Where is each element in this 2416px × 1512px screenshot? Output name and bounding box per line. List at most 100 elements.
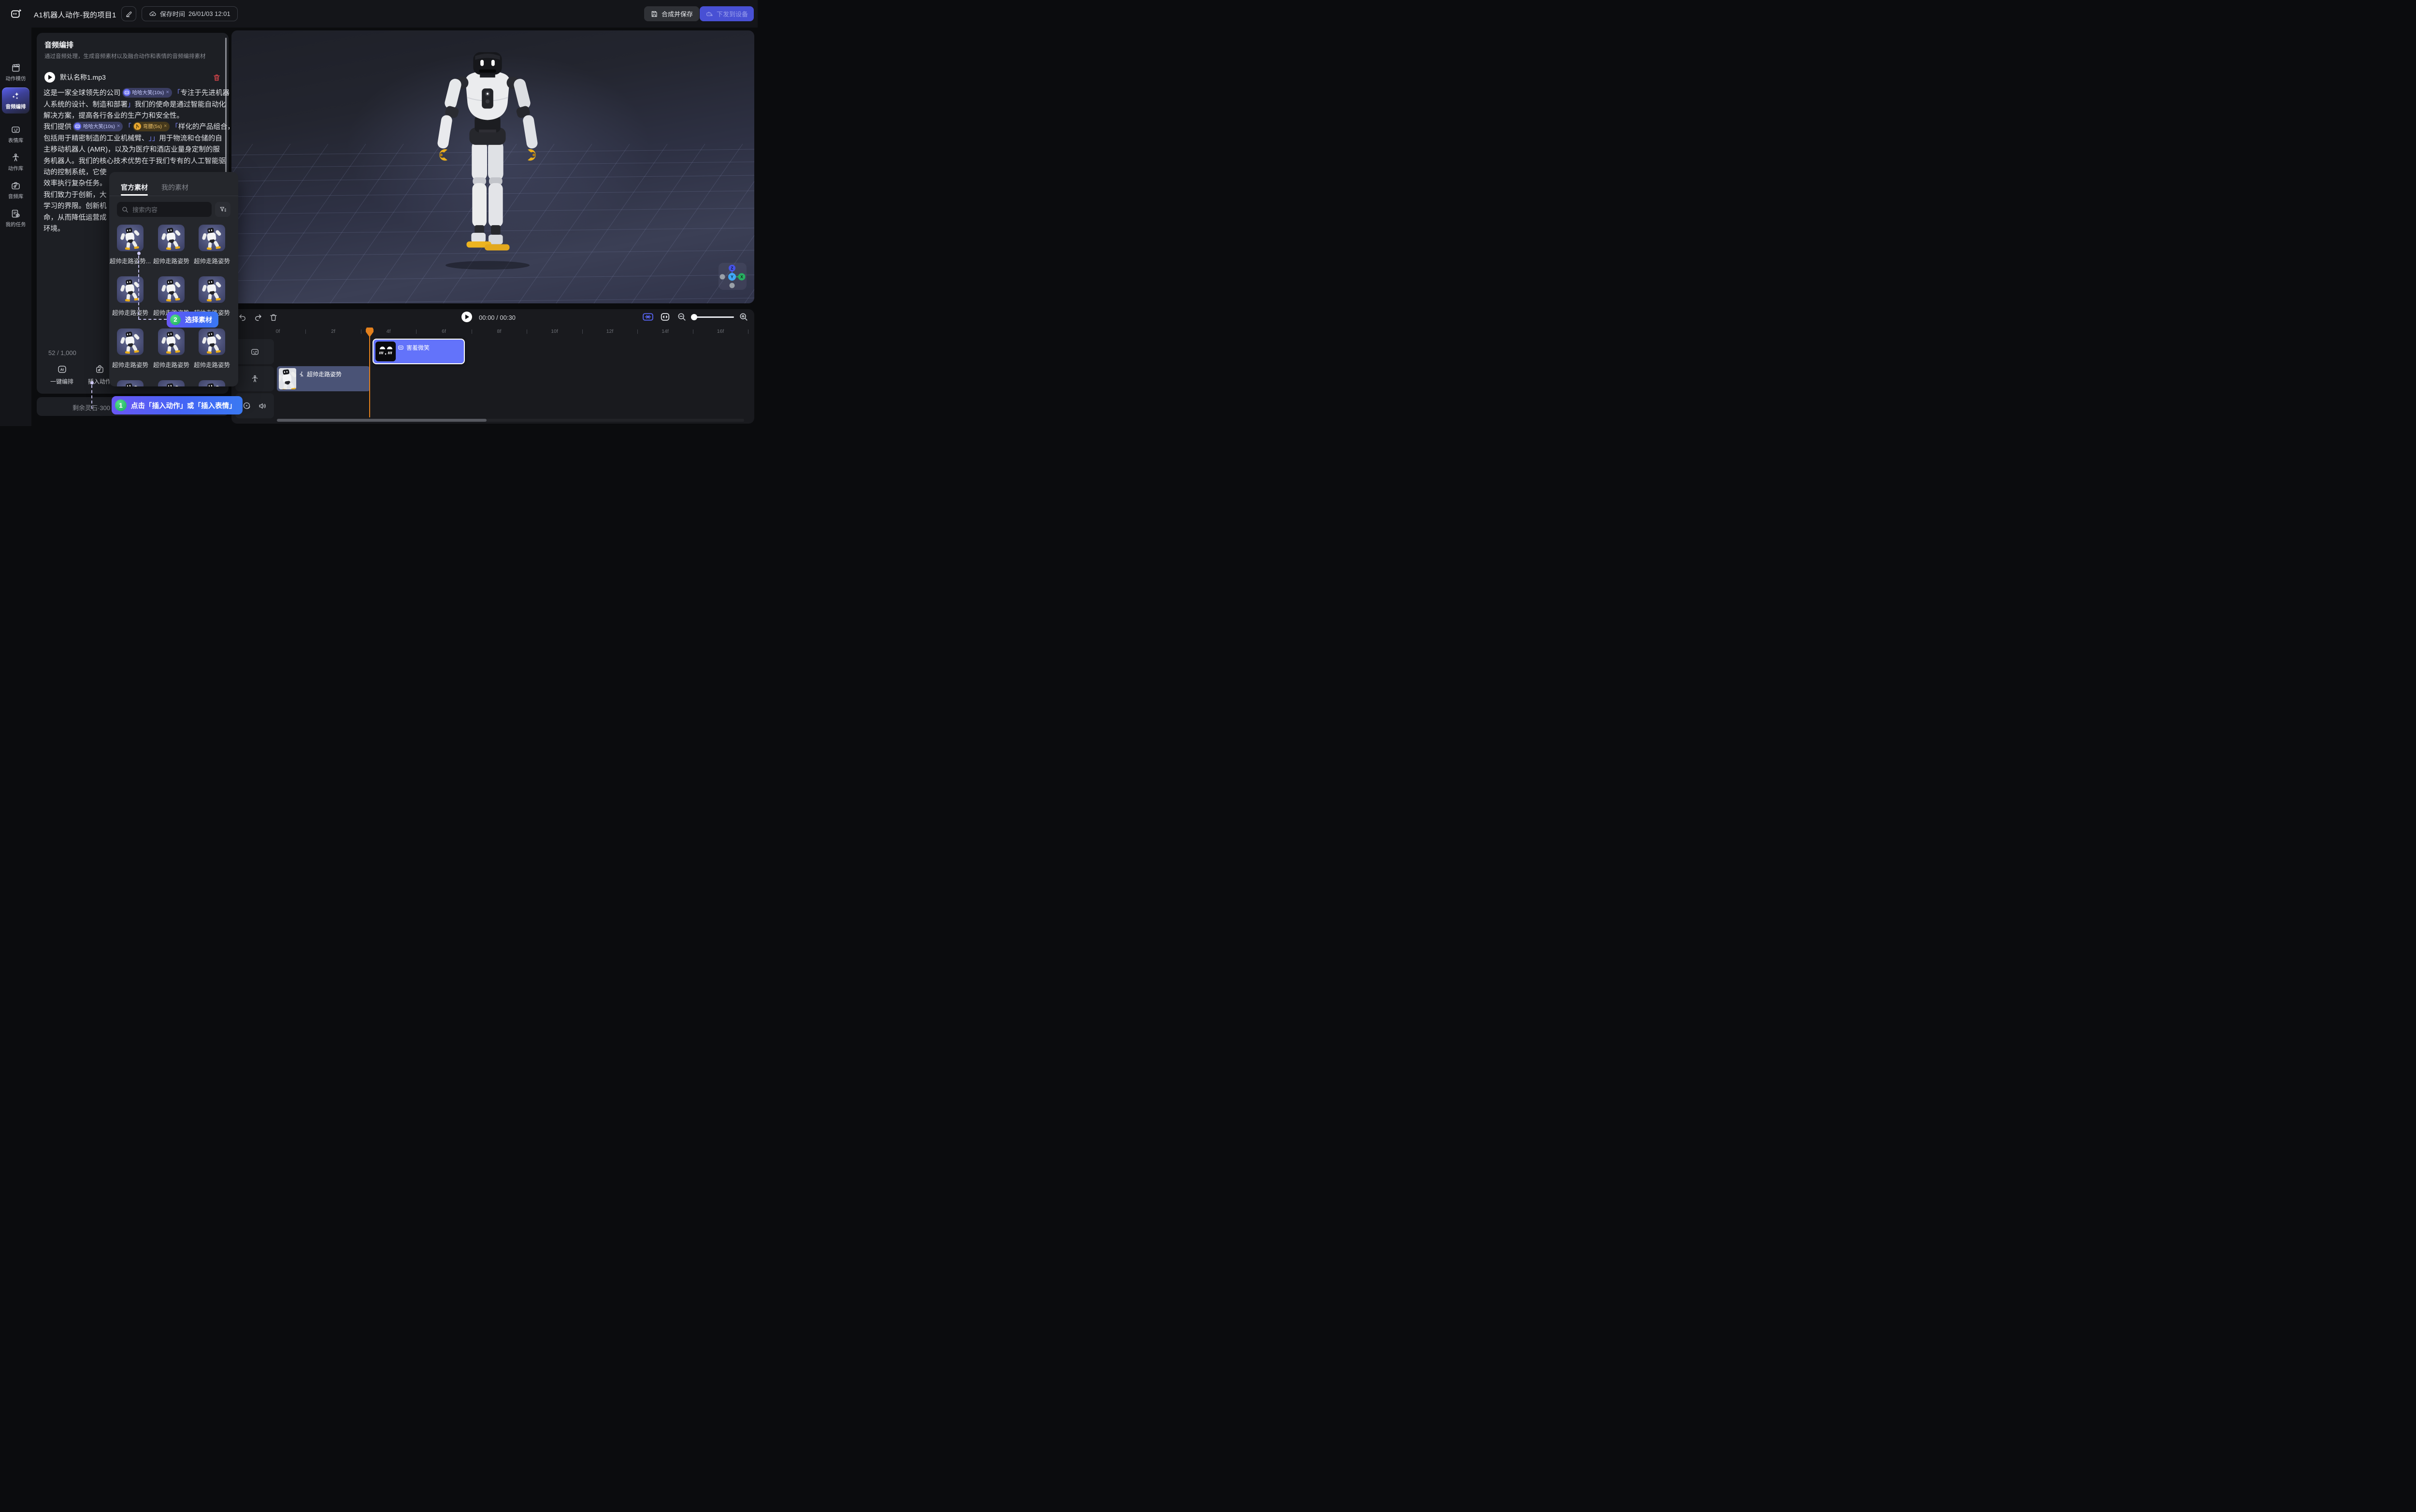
step-2-text: 选择素材 <box>185 315 212 325</box>
audio-file-name: 默认名称1.mp3 <box>60 72 208 82</box>
zoom-in-icon[interactable] <box>739 313 748 321</box>
material-card[interactable]: 超帅走路姿势 <box>110 276 151 317</box>
ruler-label: 14f <box>662 328 669 334</box>
script-line: 学习的界限。创新机 <box>43 200 107 211</box>
action-tag[interactable]: 弯腰(5s)× <box>133 122 170 131</box>
timeline-scrollbar-thumb[interactable] <box>277 419 487 422</box>
script-text: 解决方案，提高各行各业的生产力和安全性。 <box>43 110 184 120</box>
tag-person-badge <box>134 123 141 130</box>
ruler-label: 4f <box>387 328 391 334</box>
sidebar-item-3[interactable]: 表情库 <box>2 121 29 147</box>
timeline-ruler[interactable]: 0f2f4f6f8f10f12f14f16f <box>231 328 754 338</box>
action-track-header[interactable] <box>235 366 274 391</box>
ruler-label: 6f <box>442 328 446 334</box>
material-thumbnail-partial[interactable] <box>158 380 185 386</box>
play-icon <box>465 314 469 319</box>
search-placeholder: 搜索内容 <box>132 205 158 214</box>
robot-model[interactable] <box>425 52 550 272</box>
action-clip[interactable]: 超帅走路姿势 <box>277 366 370 391</box>
material-card[interactable]: 超帅走路姿势 <box>151 328 192 369</box>
save-icon <box>650 10 658 18</box>
ruler-label: 0f <box>276 328 280 334</box>
tag-robot-badge <box>74 123 81 130</box>
expression-clip-label: 害羞微笑 <box>406 343 430 352</box>
tag-close-icon[interactable]: × <box>117 124 120 129</box>
delete-clip-icon[interactable] <box>269 313 278 322</box>
material-thumbnail-partial[interactable] <box>117 380 144 386</box>
sidebar-item-label: 音频库 <box>8 193 24 200</box>
script-text: 我们的使命是通过智能自动化 <box>135 99 226 109</box>
script-line: 命，从而降低运营成 <box>43 211 107 222</box>
connector-dot-2 <box>137 252 141 255</box>
ruler-label: 12f <box>606 328 614 334</box>
one-click-arrange-button[interactable]: AI一键编排 <box>46 364 77 385</box>
material-card[interactable]: 超帅走路姿势 <box>191 225 232 265</box>
audio-file-row: 默认名称1.mp3 <box>44 71 221 84</box>
material-card-label: 超帅走路姿势... <box>110 256 151 265</box>
timeline-zoom-slider[interactable] <box>691 316 734 318</box>
play-audio-button[interactable] <box>44 72 55 83</box>
deploy-label: 下发到设备 <box>717 9 748 18</box>
zoom-slider-thumb[interactable] <box>691 314 697 320</box>
redo-icon[interactable] <box>254 313 262 322</box>
timeline-scrollbar[interactable] <box>277 419 744 422</box>
ruler-tick <box>416 329 417 334</box>
sidebar-item-1[interactable]: 动作模仿 <box>2 59 29 86</box>
playhead-line[interactable] <box>369 336 370 417</box>
script-text: 我们提供 <box>43 121 72 131</box>
tag-robot-badge <box>123 89 130 96</box>
material-card[interactable]: 超帅走路姿势... <box>110 225 151 265</box>
action-clip-label: 超帅走路姿势 <box>307 370 342 378</box>
filter-icon <box>219 206 227 213</box>
robot-face-icon <box>11 125 21 135</box>
undo-icon[interactable] <box>238 313 247 322</box>
script-text: 主移动机器人 (AMR)，以及为医疗和酒店业量身定制的服 <box>43 144 220 154</box>
material-card[interactable]: 超帅走路姿势 <box>151 225 192 265</box>
delete-audio-icon[interactable] <box>213 73 221 82</box>
sidebar-item-2[interactable]: 音频编排 <box>2 87 29 114</box>
tag-close-icon[interactable]: × <box>164 124 167 129</box>
speaker-icon[interactable] <box>258 401 267 411</box>
material-card[interactable]: 超帅走路姿势 <box>151 276 192 317</box>
script-text: 务机器人。我们的核心技术优势在于我们专有的人工智能驱 <box>43 156 226 166</box>
axis-gizmo[interactable]: Z X Y <box>719 263 747 290</box>
search-input[interactable]: 搜索内容 <box>117 202 212 217</box>
material-thumbnail-partial[interactable] <box>199 380 225 386</box>
expression-track-header[interactable] <box>235 339 274 364</box>
timeline-play-button[interactable] <box>461 312 472 322</box>
quote-mark: 」 <box>128 99 135 109</box>
project-title: A1机器人动作-我的项目1 <box>34 10 116 20</box>
expression-tag[interactable]: 哈哈大笑(10s)× <box>73 122 123 131</box>
connector-line-2v <box>138 256 139 319</box>
script-text: 环境。 <box>43 223 65 233</box>
tag-close-icon[interactable]: × <box>166 90 169 95</box>
filter-button[interactable] <box>215 202 230 217</box>
sidebar-item-4[interactable]: 动作库 <box>2 149 29 175</box>
tag-robot-icon <box>75 124 80 129</box>
sidebar-item-6[interactable]: 我的任务 <box>2 205 29 231</box>
zoom-out-icon[interactable] <box>677 313 686 321</box>
expression-clip[interactable]: 害羞微笑 <box>373 339 465 364</box>
snap-toggle-icon[interactable] <box>642 313 654 321</box>
robot-face-emoji-icon <box>398 344 404 351</box>
material-card[interactable]: 超帅走路姿势 <box>191 276 232 317</box>
script-text: 这是一家全球领先的公司 <box>43 87 121 98</box>
viewport-3d[interactable]: Z X Y <box>231 30 754 303</box>
tag-label: 哈哈大笑(10s) <box>132 89 164 96</box>
ruler-tick <box>582 329 583 334</box>
expression-tag[interactable]: 哈哈大笑(10s)× <box>122 88 172 98</box>
script-text: 包括用于精密制造的工业机械臂、 <box>43 133 149 143</box>
music-box-icon <box>11 181 21 191</box>
script-line: 动的控制系统，它使 <box>43 166 107 177</box>
material-card[interactable]: 超帅走路姿势 <box>191 328 232 369</box>
material-thumbnail <box>117 328 144 355</box>
material-card[interactable]: 超帅走路姿势 <box>110 328 151 369</box>
deploy-to-device-button[interactable]: 下发到设备 <box>700 6 754 21</box>
rename-button[interactable] <box>121 6 136 21</box>
sidebar-item-5[interactable]: 音频库 <box>2 177 29 203</box>
tab-official-materials[interactable]: 官方素材 <box>121 183 148 192</box>
tab-my-materials[interactable]: 我的素材 <box>161 183 188 192</box>
fit-view-icon[interactable] <box>661 313 670 321</box>
synthesize-save-button[interactable]: 合成并保存 <box>644 6 699 21</box>
voice-icon <box>242 401 251 411</box>
